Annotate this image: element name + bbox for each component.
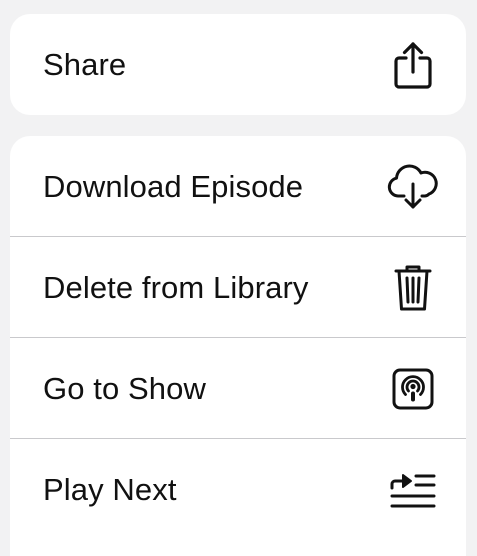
delete-from-library-menu-item[interactable]: Delete from Library xyxy=(10,237,466,338)
play-next-icon xyxy=(386,463,440,517)
download-episode-menu-item[interactable]: Download Episode xyxy=(10,136,466,237)
share-menu-group: Share xyxy=(10,14,466,115)
download-episode-label: Download Episode xyxy=(43,168,304,204)
go-to-show-label: Go to Show xyxy=(43,370,206,406)
play-next-label: Play Next xyxy=(43,471,177,507)
share-menu-item[interactable]: Share xyxy=(10,14,466,115)
go-to-show-menu-item[interactable]: Go to Show xyxy=(10,338,466,439)
episode-actions-group: Download Episode Delete from Library Go … xyxy=(10,136,466,556)
delete-from-library-label: Delete from Library xyxy=(43,269,309,305)
share-icon xyxy=(386,38,440,92)
trash-icon xyxy=(386,261,440,315)
play-next-menu-item[interactable]: Play Next xyxy=(10,439,466,540)
share-label: Share xyxy=(43,46,127,82)
podcast-icon xyxy=(386,362,440,416)
cloud-download-icon xyxy=(386,160,440,214)
